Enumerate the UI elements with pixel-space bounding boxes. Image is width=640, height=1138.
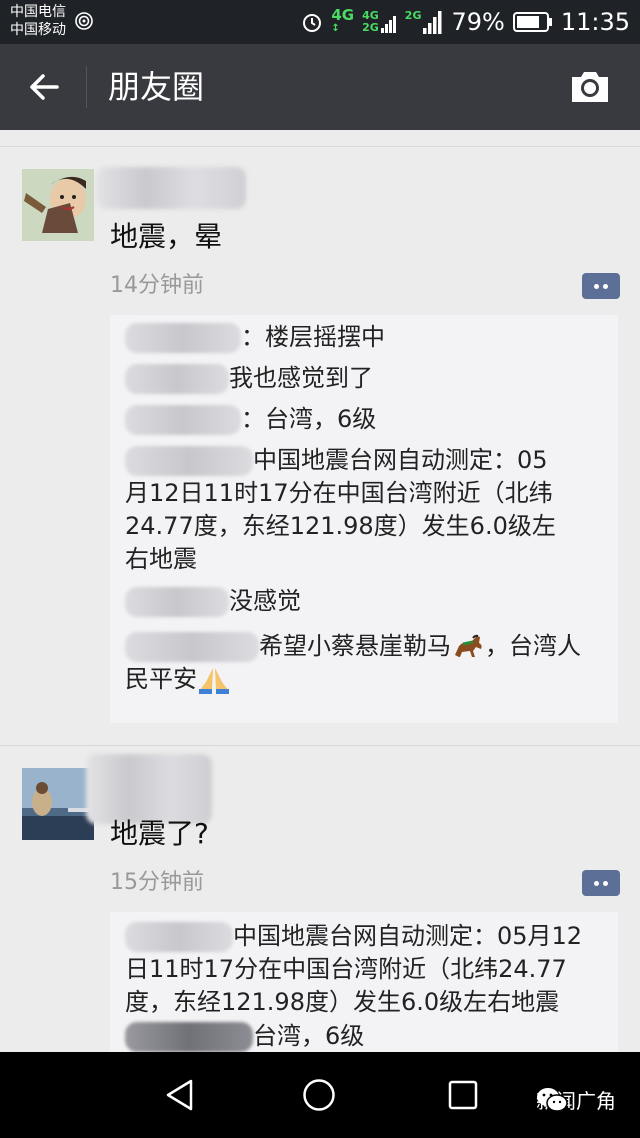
commenter-name-blurred[interactable] bbox=[125, 446, 253, 476]
carrier-2: 中国移动 bbox=[10, 22, 66, 38]
comment-item[interactable]: 中国地震台网自动测定：05月12 日11时17分在中国台湾附近（北纬24.77 … bbox=[125, 920, 605, 1019]
commenter-name-blurred[interactable] bbox=[125, 922, 233, 952]
user-name-blurred[interactable] bbox=[96, 167, 246, 209]
commenter-name-blurred[interactable] bbox=[125, 323, 241, 353]
post-text: 地震，晕 bbox=[110, 220, 223, 253]
comment-item[interactable]: 没感觉 bbox=[125, 585, 605, 618]
network-4g-indicator: 4G ↕ bbox=[331, 6, 355, 35]
title-bar: 朋友圈 bbox=[0, 44, 640, 130]
home-circle-icon[interactable] bbox=[302, 1078, 336, 1112]
comment-item[interactable]: 台湾，6级 bbox=[125, 1020, 605, 1053]
comment-item[interactable]: 中国地震台网自动测定：05 月12日11时17分在中国台湾附近（北纬 24.77… bbox=[125, 444, 605, 576]
horse-emoji-icon bbox=[455, 634, 482, 657]
recent-apps-icon[interactable] bbox=[448, 1080, 478, 1110]
commenter-name-blurred[interactable] bbox=[125, 632, 259, 662]
commenter-name-blurred[interactable] bbox=[125, 587, 229, 617]
carrier-1: 中国电信 bbox=[10, 4, 66, 20]
post-time: 15分钟前 bbox=[110, 870, 204, 895]
page-title: 朋友圈 bbox=[108, 68, 205, 106]
arrow-left-icon[interactable] bbox=[24, 67, 64, 107]
moment-post: 地震了? 15分钟前 中国地震台网自动测定：05月12 日11时17分在中国台湾… bbox=[0, 746, 640, 1053]
comment-list: ：楼层摇摆中 我也感觉到了 ：台湾，6级 中国地震台网自动测定：05 月12日1… bbox=[110, 315, 618, 723]
praying-hands-icon bbox=[199, 668, 229, 694]
signal-bars-icon bbox=[380, 16, 396, 33]
comment-button[interactable] bbox=[582, 273, 620, 299]
comment-item[interactable]: ：台湾，6级 bbox=[125, 403, 605, 436]
wechat-icon bbox=[537, 1087, 568, 1112]
camera-icon[interactable] bbox=[570, 68, 610, 104]
battery-percent: 79% bbox=[451, 8, 505, 36]
comment-item[interactable]: 我也感觉到了 bbox=[125, 362, 605, 395]
title-divider bbox=[86, 66, 87, 108]
signal-1: 4G 2G bbox=[362, 10, 397, 34]
clock: 11:35 bbox=[560, 8, 630, 36]
back-triangle-icon[interactable] bbox=[164, 1078, 194, 1112]
navigation-bar: 新闻广角 bbox=[0, 1052, 640, 1138]
watermark: 新闻广角 bbox=[536, 1085, 616, 1114]
status-bar: 中国电信 中国移动 4G ↕ 4G 2G 2G 79% 11:35 bbox=[0, 0, 640, 44]
post-time: 14分钟前 bbox=[110, 273, 204, 298]
commenter-name-blurred[interactable] bbox=[125, 405, 241, 435]
avatar[interactable] bbox=[22, 169, 94, 241]
battery-icon bbox=[512, 12, 552, 32]
post-text: 地震了? bbox=[110, 817, 209, 850]
comment-item[interactable]: ：楼层摇摆中 bbox=[125, 321, 605, 354]
hotspot-icon bbox=[75, 12, 93, 30]
comment-list: 中国地震台网自动测定：05月12 日11时17分在中国台湾附近（北纬24.77 … bbox=[110, 912, 618, 1053]
comment-button[interactable] bbox=[582, 870, 620, 896]
signal-bars-icon bbox=[423, 11, 442, 34]
signal-2: 2G bbox=[405, 10, 444, 34]
moments-feed[interactable]: 地震，晕 14分钟前 ：楼层摇摆中 我也感觉到了 ：台湾，6级 中国地震台网自动… bbox=[0, 146, 640, 1053]
commenter-name-blurred[interactable] bbox=[125, 364, 229, 394]
status-right: 4G ↕ 4G 2G 2G 79% 11:35 bbox=[301, 0, 630, 44]
alarm-icon bbox=[303, 14, 322, 32]
carrier-info: 中国电信 中国移动 bbox=[10, 3, 66, 39]
commenter-name-blurred[interactable] bbox=[125, 1022, 253, 1052]
moment-post: 地震，晕 14分钟前 ：楼层摇摆中 我也感觉到了 ：台湾，6级 中国地震台网自动… bbox=[0, 147, 640, 745]
comment-item[interactable]: 希望小蔡悬崖勒马 ，台湾人 民平安 bbox=[125, 630, 605, 696]
avatar[interactable] bbox=[22, 768, 94, 840]
